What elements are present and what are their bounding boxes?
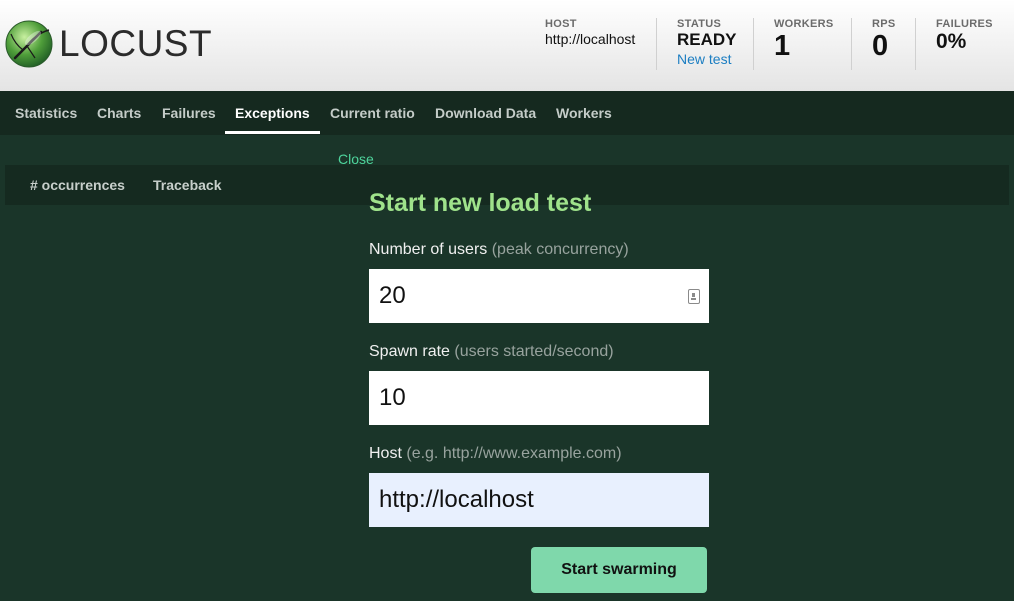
status-stat: STATUS READY New test [677,18,737,67]
column-occurrences[interactable]: # occurrences [30,165,125,205]
tab-download-data[interactable]: Download Data [435,91,536,135]
rps-label: RPS [872,18,896,30]
rps-value: 0 [872,30,889,62]
failures-label: FAILURES [936,18,993,30]
main-nav: Statistics Charts Failures Exceptions Cu… [0,91,1014,135]
active-tab-indicator [225,131,320,134]
host-field-label: Host (e.g. http://www.example.com) [369,445,622,463]
status-value: READY [677,30,737,49]
spawn-rate-hint: (users started/second) [454,343,614,360]
autofill-contact-icon[interactable] [688,289,700,304]
spawn-rate-input[interactable]: 10 [369,371,709,425]
brand-name: LOCUST [59,23,213,64]
divider [656,18,657,70]
host-input[interactable]: http://localhost [369,473,709,527]
rps-stat: RPS 0 [872,18,896,62]
divider [851,18,852,70]
column-traceback[interactable]: Traceback [153,165,222,205]
spawn-rate-value: 10 [379,384,406,411]
status-label: STATUS [677,18,722,30]
workers-value: 1 [774,30,791,62]
spawn-rate-label-text: Spawn rate [369,343,450,360]
close-link[interactable]: Close [338,151,374,167]
tab-exceptions[interactable]: Exceptions [235,91,310,135]
tab-statistics[interactable]: Statistics [15,91,77,135]
host-label: HOST [545,18,577,30]
failures-value: 0% [936,30,967,53]
failures-stat: FAILURES 0% [936,18,993,54]
start-swarming-button[interactable]: Start swarming [531,547,707,593]
modal-title: Start new load test [369,189,592,217]
tab-charts[interactable]: Charts [97,91,141,135]
users-value: 20 [379,282,406,309]
new-test-link[interactable]: New test [677,51,737,67]
workers-label: WORKERS [774,18,834,30]
tab-current-ratio[interactable]: Current ratio [330,91,415,135]
header-bar: LOCUST HOST http://localhost STATUS READ… [0,0,1014,91]
host-hint: (e.g. http://www.example.com) [406,445,622,462]
spawn-rate-label: Spawn rate (users started/second) [369,343,614,361]
users-hint: (peak concurrency) [491,241,629,258]
divider [753,18,754,70]
host-value: http://localhost [545,31,636,47]
users-input[interactable]: 20 [369,269,709,323]
divider [915,18,916,70]
locust-logo-icon [5,20,53,68]
host-label-text: Host [369,445,402,462]
users-label-text: Number of users [369,241,488,258]
host-stat: HOST http://localhost [545,18,635,47]
host-input-value: http://localhost [379,486,534,513]
tab-failures[interactable]: Failures [162,91,216,135]
tab-workers[interactable]: Workers [556,91,612,135]
workers-stat: WORKERS 1 [774,18,834,62]
logo[interactable]: LOCUST [5,20,212,68]
users-label: Number of users (peak concurrency) [369,241,629,259]
